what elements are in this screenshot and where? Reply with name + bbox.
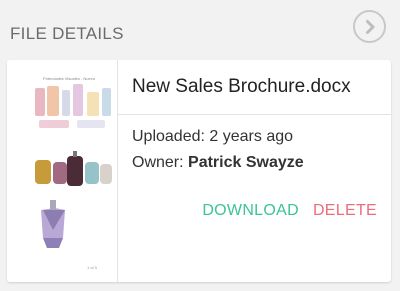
file-card: Potenciales Visuales - Nuevo 1 of 5 New … — [7, 60, 391, 282]
delete-button[interactable]: DELETE — [313, 202, 377, 220]
next-button[interactable] — [353, 10, 386, 43]
file-info: New Sales Brochure.docx Uploaded: 2 year… — [118, 60, 391, 282]
file-name: New Sales Brochure.docx — [132, 76, 351, 97]
owner-label: Owner: — [132, 154, 184, 171]
uploaded-label: Uploaded: — [132, 128, 205, 145]
brochure-preview-image — [35, 84, 112, 248]
thumbnail-page-number: 1 of 5 — [87, 265, 98, 270]
owner-name: Patrick Swayze — [188, 154, 304, 171]
section-title: FILE DETAILS — [10, 24, 124, 43]
owner-row: Owner: Patrick Swayze — [132, 154, 304, 172]
file-thumbnail[interactable]: Potenciales Visuales - Nuevo 1 of 5 — [7, 60, 118, 282]
uploaded-row: Uploaded: 2 years ago — [132, 128, 293, 146]
chevron-right-icon — [365, 19, 374, 34]
divider — [118, 114, 391, 115]
download-button[interactable]: DOWNLOAD — [202, 202, 299, 220]
file-actions: DOWNLOAD DELETE — [202, 202, 377, 220]
uploaded-value: 2 years ago — [209, 128, 294, 145]
